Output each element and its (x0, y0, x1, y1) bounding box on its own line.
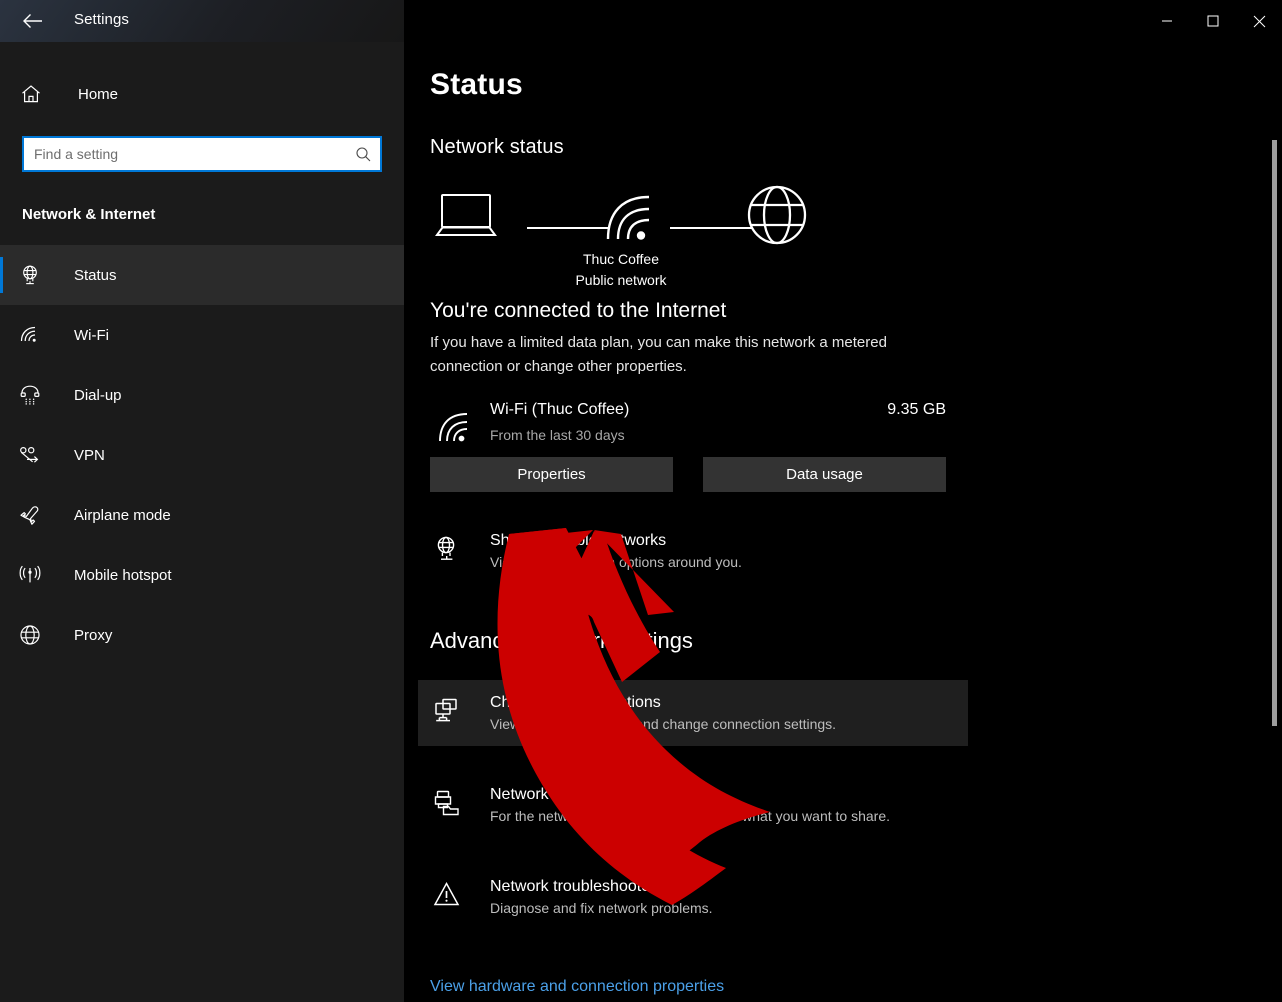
sidebar-item-label: Proxy (74, 626, 113, 644)
connected-description: If you have a limited data plan, you can… (430, 334, 887, 375)
wifi-icon (602, 187, 664, 254)
sidebar-item-label: Wi-Fi (74, 326, 109, 344)
home-icon (20, 83, 52, 105)
vpn-icon (18, 443, 52, 467)
sidebar: Home Network & Internet (0, 0, 404, 1002)
network-and-sharing-center-row[interactable]: Network and Sharing Center For the netwo… (418, 772, 968, 838)
sharing-folder-icon (432, 788, 462, 823)
adapter-monitor-icon (432, 696, 462, 731)
network-status-heading: Network status (430, 136, 564, 158)
change-adapter-options-row[interactable]: Change adapter options View network adap… (418, 680, 968, 746)
sidebar-item-label: Mobile hotspot (74, 566, 172, 584)
hotspot-icon (18, 563, 52, 587)
title-bar-left-region (0, 0, 404, 42)
page-title: Status (430, 68, 523, 101)
sidebar-item-dialup[interactable]: Dial-up (0, 365, 404, 425)
usage-amount: 9.35 GB (887, 401, 946, 418)
row-title: Network troubleshooter (490, 878, 656, 895)
diagram-network-name: Thuc Coffee (582, 251, 659, 267)
globe-monitor-icon (432, 534, 462, 569)
sidebar-item-proxy[interactable]: Proxy (0, 605, 404, 665)
sidebar-item-label: Dial-up (74, 386, 122, 404)
sidebar-item-label: Airplane mode (74, 506, 171, 524)
row-subtitle: For the networks you connect to, decide … (490, 808, 890, 824)
connected-heading: You're connected to the Internet (430, 299, 727, 322)
sidebar-item-airplane-mode[interactable]: Airplane mode (0, 485, 404, 545)
maximize-button[interactable] (1190, 0, 1236, 42)
search-box[interactable] (22, 136, 382, 172)
globe-monitor-icon (18, 263, 52, 287)
warning-triangle-icon (432, 880, 462, 915)
title-bar: Settings (0, 0, 1282, 42)
diagram-connector-line-left (527, 227, 609, 229)
network-troubleshooter-row[interactable]: Network troubleshooter Diagnose and fix … (418, 864, 968, 930)
sidebar-item-vpn[interactable]: VPN (0, 425, 404, 485)
back-button[interactable] (12, 4, 54, 38)
sidebar-section-title: Network & Internet (22, 206, 156, 223)
usage-period: From the last 30 days (490, 427, 625, 443)
diagram-caption: Thuc Coffee Public network (526, 249, 716, 291)
scrollbar-thumb[interactable] (1272, 140, 1277, 726)
window-title: Settings (74, 11, 129, 28)
row-title: Network and Sharing Center (490, 786, 692, 803)
usage-network-name: Wi-Fi (Thuc Coffee) (490, 401, 630, 418)
wifi-icon (18, 323, 52, 347)
close-button[interactable] (1236, 0, 1282, 42)
airplane-icon (18, 503, 52, 527)
row-subtitle: Diagnose and fix network problems. (490, 900, 713, 916)
wifi-icon (436, 409, 476, 452)
diagram-connector-line-right (670, 227, 752, 229)
diagram-network-type: Public network (575, 272, 667, 288)
sidebar-item-status[interactable]: Status (0, 245, 404, 305)
globe-icon (18, 623, 52, 647)
globe-icon (743, 181, 811, 254)
data-usage-summary: Wi-Fi (Thuc Coffee) From the last 30 day… (430, 401, 1282, 453)
settings-window: Home Network & Internet (0, 0, 1282, 1002)
show-available-networks-row[interactable]: Show available networks View the connect… (418, 518, 968, 584)
action-button-row: Properties Data usage (430, 457, 1282, 492)
advanced-network-settings-heading: Advanced network settings (430, 628, 693, 653)
sidebar-nav-list: Status Wi-Fi Dial-up VPN Airplane mode M… (0, 245, 404, 665)
sidebar-item-label: Status (74, 266, 117, 284)
data-usage-button[interactable]: Data usage (703, 457, 946, 492)
laptop-icon (434, 185, 500, 252)
sidebar-item-wifi[interactable]: Wi-Fi (0, 305, 404, 365)
network-diagram: Thuc Coffee Public network (430, 181, 1282, 293)
sidebar-item-label: VPN (74, 446, 105, 464)
row-subtitle: View network adapters and change connect… (490, 716, 837, 732)
search-input[interactable] (24, 138, 346, 170)
main-content: Status Network status Thuc Coffee Public… (404, 0, 1282, 1002)
window-controls (1144, 0, 1282, 42)
vertical-scrollbar[interactable] (1266, 42, 1282, 1002)
sidebar-item-mobile-hotspot[interactable]: Mobile hotspot (0, 545, 404, 605)
clipped-link-above[interactable] (430, 950, 1282, 956)
sidebar-home-label: Home (78, 85, 119, 103)
dialup-phone-icon (18, 383, 52, 407)
row-subtitle: View the connection options around you. (490, 554, 742, 570)
minimize-button[interactable] (1144, 0, 1190, 42)
view-hardware-and-connection-properties-link[interactable]: View hardware and connection properties (430, 978, 1282, 996)
row-title: Show available networks (490, 532, 667, 549)
properties-button[interactable]: Properties (430, 457, 673, 492)
row-title: Change adapter options (490, 694, 661, 711)
sidebar-item-home[interactable]: Home (0, 72, 404, 116)
search-icon[interactable] (346, 146, 380, 163)
